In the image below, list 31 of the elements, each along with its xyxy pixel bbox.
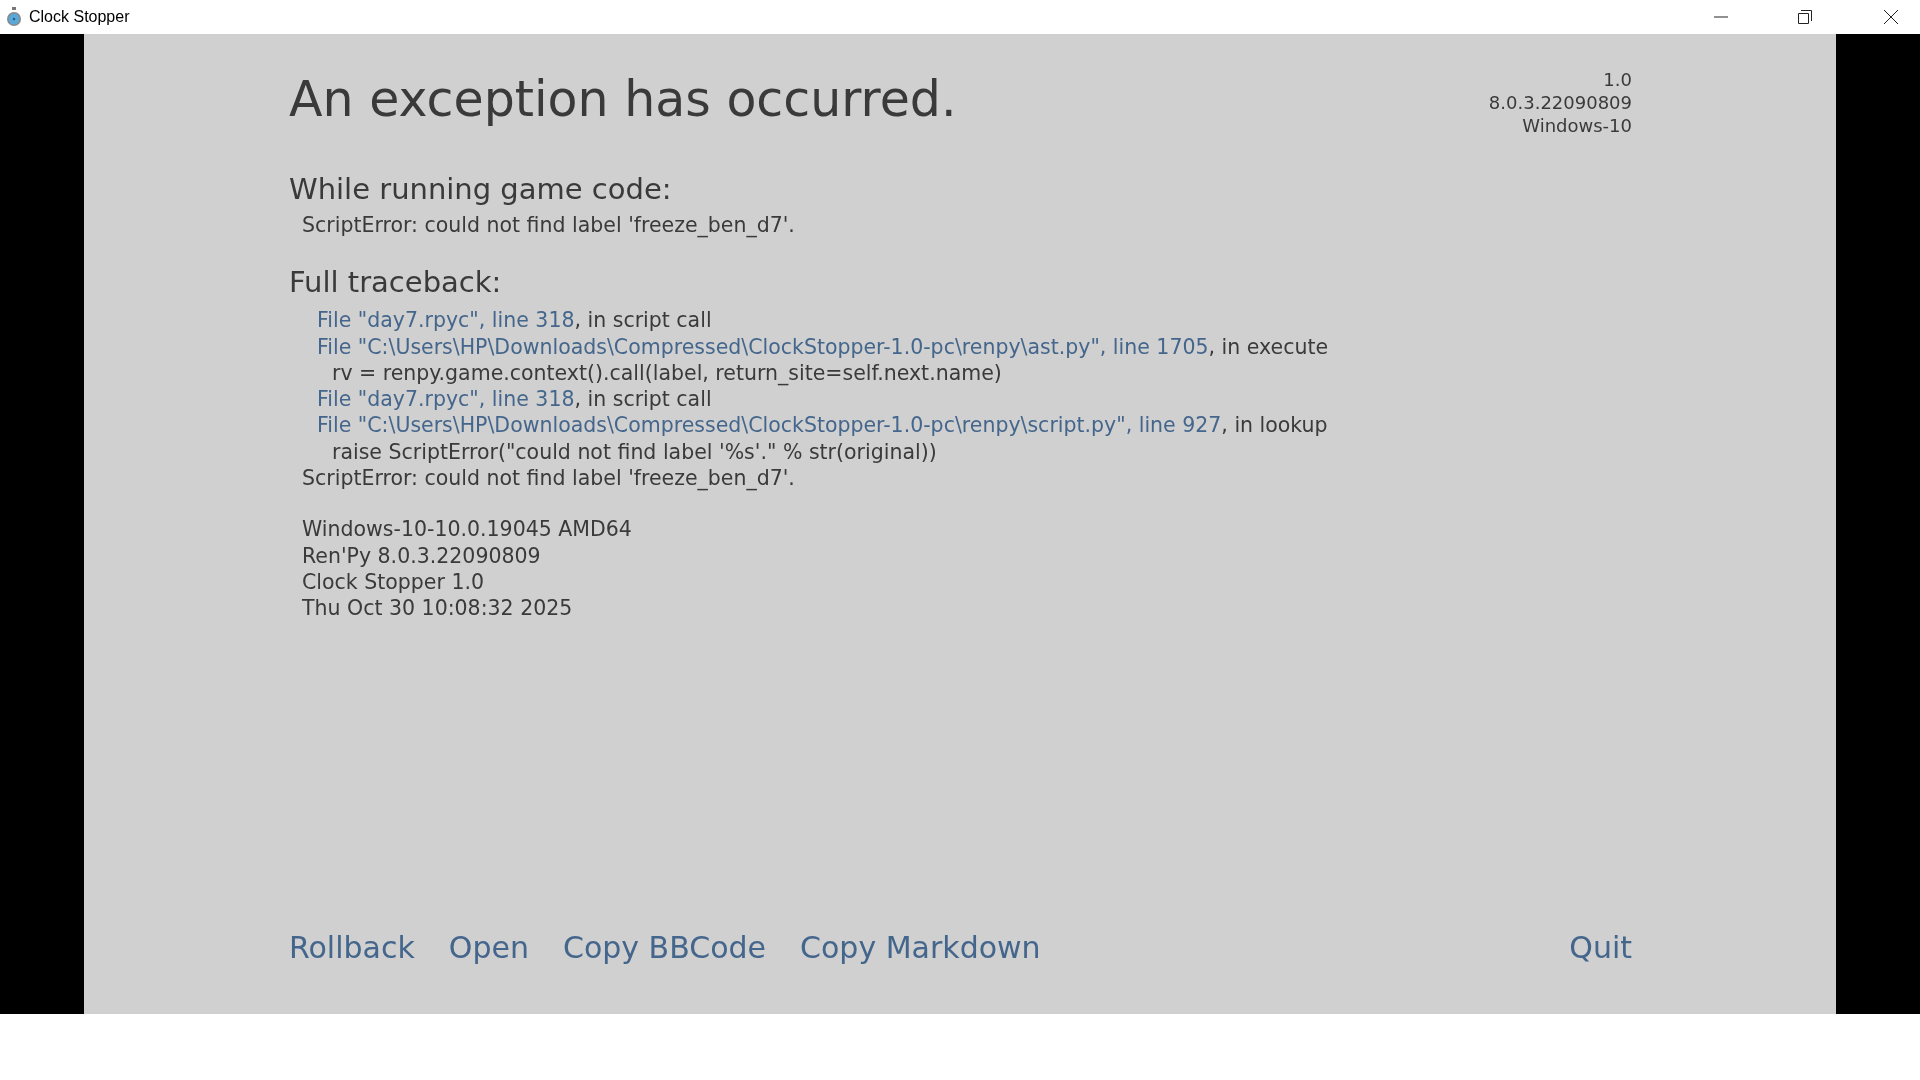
file-link[interactable]: File "day7.rpyc", line 318 [317,387,575,412]
error-message: ScriptError: could not find label 'freeze_ben_d7'. [301,465,796,492]
section-heading: Full traceback: [289,265,503,300]
system-info-text: Windows-10-10.0.19045 AMD64 [301,516,633,543]
action-button[interactable]: Copy Markdown [800,930,1041,966]
action-button[interactable]: Copy BBCode [562,930,767,966]
version-text: Windows-10 [1521,114,1632,137]
version-text: 8.0.3.22090809 [1488,91,1632,114]
error-message: ScriptError: could not find label 'freeze_ben_d7'. [301,212,796,239]
error-heading: An exception has occurred. [289,72,958,128]
code-line: raise ScriptError("could not find label '%s'." % str(original)) [331,438,938,466]
file-link[interactable]: File "C:\Users\HP\Downloads\Compressed\ClockStopper-1.0-pc\renpy\ast.py", line 1705 [317,334,1209,359]
version-text: 1.0 [1602,68,1632,91]
file-link[interactable]: File "day7.rpyc", line 318 [317,308,575,333]
traceback-frame: File "day7.rpyc", line 318, in script call [289,307,1632,334]
restore-icon[interactable] [1798,10,1812,24]
code-line: rv = renpy.game.context().call(label, return_site=self.next.name) [331,359,1003,387]
stopwatch-icon [6,7,22,27]
section-heading: While running game code: [289,172,673,206]
action-button[interactable]: Rollback [289,930,415,966]
traceback-frame: File "C:\Users\HP\Downloads\Compressed\ClockStopper-1.0-pc\renpy\ast.py", line 1705, in execute [289,333,1632,360]
action-button[interactable]: Quit [1569,930,1632,966]
system-info-text: Ren'Py 8.0.3.22090809 [301,542,542,569]
system-info-text: Thu Oct 30 10:08:32 2025 [301,595,574,622]
system-info-text: Clock Stopper 1.0 [301,568,485,596]
window-title: Clock Stopper [29,8,130,26]
file-link[interactable]: File "C:\Users\HP\Downloads\Compressed\ClockStopper-1.0-pc\renpy\script.py", line 927 [317,413,1222,438]
traceback-frame: File "C:\Users\HP\Downloads\Compressed\ClockStopper-1.0-pc\renpy\script.py", line 927, in lookup [289,412,1632,439]
action-button[interactable]: Open [448,930,529,966]
close-icon[interactable] [1884,10,1898,24]
traceback-frame: File "day7.rpyc", line 318, in script call [289,386,1632,413]
